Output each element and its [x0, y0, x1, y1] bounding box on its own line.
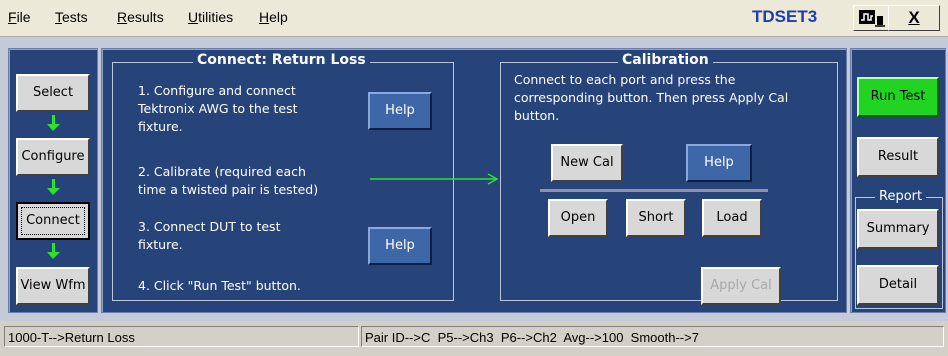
new-cal-button[interactable]: New Cal	[551, 144, 623, 182]
app-title: TDSET3	[752, 7, 818, 26]
apply-cal-button[interactable]: Apply Cal	[701, 267, 781, 305]
status-settings: Pair ID-->C P5-->Ch3 P6-->Ch2 Avg-->100 …	[361, 326, 944, 347]
waveform-icon[interactable]	[853, 5, 889, 31]
step-1-text: 1. Configure and connect Tektronix AWG t…	[138, 83, 298, 134]
app-window: File Tests Results Utilities Help TDSET3…	[0, 0, 948, 356]
short-button[interactable]: Short	[626, 199, 686, 237]
action-panel: Run Test Result Report Summary Detail	[850, 48, 946, 313]
view-wfm-button[interactable]: View Wfm	[16, 267, 90, 305]
menu-help[interactable]: Help	[259, 9, 288, 25]
close-button[interactable]: X	[888, 5, 940, 31]
menu-utilities[interactable]: Utilities	[188, 9, 233, 25]
result-button[interactable]: Result	[857, 137, 939, 177]
calibrate-arrow-icon	[370, 173, 499, 185]
detail-button[interactable]: Detail	[857, 265, 939, 305]
menu-results[interactable]: Results	[117, 9, 164, 25]
configure-button[interactable]: Configure	[16, 138, 90, 176]
run-test-button[interactable]: Run Test	[857, 77, 939, 117]
connect-button[interactable]: Connect	[16, 202, 90, 240]
menu-bar: File Tests Results Utilities Help TDSET3…	[0, 0, 948, 37]
status-test-name: 1000-T-->Return Loss	[4, 326, 359, 347]
calibration-instructions: Connect to each port and press the corre…	[514, 72, 789, 123]
help-button-dut[interactable]: Help	[368, 227, 432, 265]
calibration-divider	[540, 189, 768, 192]
nav-panel: Select Configure Connect View Wfm	[8, 48, 98, 313]
flow-arrow-down-icon	[47, 115, 60, 131]
summary-button[interactable]: Summary	[857, 209, 939, 249]
step-3-text: 3. Connect DUT to test fixture.	[138, 219, 281, 252]
menu-file[interactable]: File	[8, 9, 31, 25]
flow-arrow-down-icon	[47, 179, 60, 195]
menu-tests[interactable]: Tests	[55, 9, 88, 25]
flow-arrow-down-icon	[47, 243, 60, 259]
main-area: Select Configure Connect View Wfm Connec…	[0, 37, 948, 321]
status-bar: 1000-T-->Return Loss Pair ID-->C P5-->Ch…	[0, 323, 948, 356]
content-panel: Connect: Return Loss 1. Configure and co…	[101, 48, 847, 313]
load-button[interactable]: Load	[702, 199, 762, 237]
select-button[interactable]: Select	[16, 74, 90, 112]
open-button[interactable]: Open	[548, 199, 608, 237]
step-2-text: 2. Calibrate (required each time a twist…	[138, 164, 319, 197]
calibration-group-title: Calibration	[618, 52, 713, 68]
report-group-title: Report	[875, 189, 927, 204]
connect-group-title: Connect: Return Loss	[193, 52, 370, 68]
help-button-awg[interactable]: Help	[368, 92, 432, 130]
waveform-glyph	[859, 10, 885, 27]
step-4-text: 4. Click "Run Test" button.	[138, 278, 301, 293]
help-button-calibration[interactable]: Help	[686, 144, 752, 182]
